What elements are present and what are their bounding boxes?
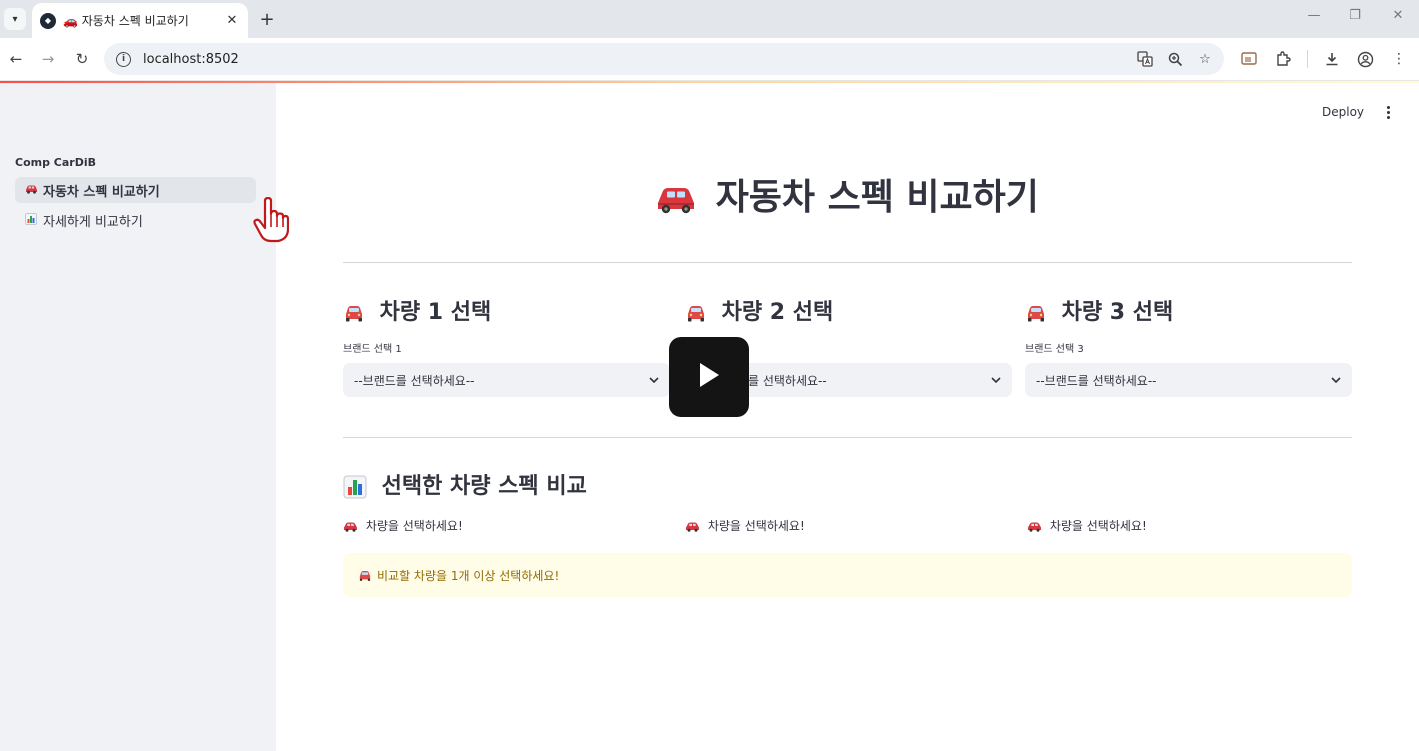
browser-menu-kebab-icon[interactable]: ⋮ xyxy=(1388,48,1410,70)
divider-top xyxy=(343,262,1352,263)
profile-avatar-icon[interactable] xyxy=(1354,48,1376,70)
divider-middle xyxy=(343,437,1352,438)
column-title-text: 차량 1 선택 xyxy=(379,300,492,325)
main-menu-kebab-icon[interactable] xyxy=(1380,102,1396,122)
play-icon xyxy=(698,362,720,392)
bookmark-star-icon[interactable]: ☆ xyxy=(1194,48,1216,70)
column-title: 차량 1 선택 xyxy=(343,296,670,330)
prompt-text: 차량을 선택하세요! xyxy=(707,519,805,533)
sidebar-item-label: 자세하게 비교하기 xyxy=(43,214,143,230)
browser-tab-active[interactable]: ◆ 🚗 자동차 스펙 비교하기 ✕ xyxy=(32,3,248,38)
warning-text: 비교할 차량을 1개 이상 선택하세요! xyxy=(377,568,560,583)
close-tab-icon[interactable]: ✕ xyxy=(224,13,240,28)
deploy-button[interactable]: Deploy xyxy=(1322,102,1364,122)
brand-select-label: 브랜드 선택 3 xyxy=(1025,344,1084,355)
prompt-text: 차량을 선택하세요! xyxy=(1049,519,1147,533)
translate-icon[interactable] xyxy=(1134,48,1156,70)
select-value: --브랜드를 선택하세요-- xyxy=(1036,373,1157,388)
hand-pointer-cursor-icon xyxy=(253,196,290,243)
car-front-icon xyxy=(343,296,365,330)
vehicle-prompt-3: 차량을 선택하세요! xyxy=(1027,517,1147,535)
vehicle-select-column-1: 차량 1 선택 브랜드 선택 1 --브랜드를 선택하세요-- xyxy=(343,296,670,397)
video-play-button[interactable] xyxy=(669,337,749,417)
column-title-text: 차량 3 선택 xyxy=(1061,300,1174,325)
car-front-icon xyxy=(1025,296,1047,330)
sidebar-item-label: 자동차 스펙 비교하기 xyxy=(43,184,160,200)
page-title: 자동차 스펙 비교하기 xyxy=(343,174,1352,222)
restore-window-icon[interactable]: ❐ xyxy=(1343,8,1367,30)
streamlit-favicon-icon: ◆ xyxy=(40,12,56,29)
brand-select-3[interactable]: --브랜드를 선택하세요-- xyxy=(1025,363,1352,397)
car-front-icon xyxy=(685,296,707,330)
browser-tab-strip: ▾ ◆ 🚗 자동차 스펙 비교하기 ✕ + — ❐ ✕ xyxy=(0,0,1419,38)
compare-section-title-text: 선택한 차량 스펙 비교 xyxy=(381,474,587,499)
downloads-icon[interactable] xyxy=(1321,48,1343,70)
car-icon xyxy=(1027,517,1042,535)
page-title-text: 자동차 스펙 비교하기 xyxy=(715,177,1039,218)
bar-chart-icon xyxy=(24,212,38,228)
vehicle-prompt-1: 차량을 선택하세요! xyxy=(343,517,463,535)
sidebar-item-detail-compare[interactable]: 자세하게 비교하기 xyxy=(15,207,256,233)
vehicle-select-column-3: 차량 3 선택 브랜드 선택 3 --브랜드를 선택하세요-- xyxy=(1025,296,1352,397)
car-front-icon xyxy=(358,568,372,582)
car-icon xyxy=(685,517,700,535)
chevron-down-icon xyxy=(1330,374,1342,386)
car-icon xyxy=(656,174,696,222)
select-value: --브랜드를 선택하세요-- xyxy=(354,373,475,388)
new-tab-plus-icon[interactable]: + xyxy=(256,8,278,30)
extensions-puzzle-icon[interactable] xyxy=(1272,48,1294,70)
column-title: 차량 3 선택 xyxy=(1025,296,1352,330)
forward-arrow-icon[interactable]: → xyxy=(37,48,59,70)
close-window-icon[interactable]: ✕ xyxy=(1386,8,1410,30)
sidebar: Comp CarDiB 자동차 스펙 비교하기 자세하게 비교하기 xyxy=(0,83,290,751)
chevron-down-icon xyxy=(648,374,660,386)
sidebar-app-name: Comp CarDiB xyxy=(15,156,97,169)
cast-icon[interactable] xyxy=(1238,48,1260,70)
vehicle-prompt-2: 차량을 선택하세요! xyxy=(685,517,805,535)
browser-toolbar: ← → ↻ i localhost:8502 ☆ ⋮ xyxy=(0,38,1419,81)
toolbar-separator xyxy=(1307,50,1308,68)
prompt-text: 차량을 선택하세요! xyxy=(365,519,463,533)
zoom-icon[interactable] xyxy=(1164,48,1186,70)
reload-icon[interactable]: ↻ xyxy=(71,48,93,70)
compare-section-title: 선택한 차량 스펙 비교 xyxy=(343,470,587,504)
minimize-window-icon[interactable]: — xyxy=(1302,8,1326,30)
brand-select-label: 브랜드 선택 1 xyxy=(343,344,402,355)
tab-list-dropdown-icon[interactable]: ▾ xyxy=(4,8,26,30)
car-icon xyxy=(24,183,38,197)
chevron-down-icon xyxy=(990,374,1002,386)
back-arrow-icon[interactable]: ← xyxy=(5,48,27,70)
sidebar-item-spec-compare[interactable]: 자동차 스펙 비교하기 xyxy=(15,177,256,203)
address-bar[interactable]: i localhost:8502 ☆ xyxy=(104,43,1224,75)
column-title: 차량 2 선택 xyxy=(685,296,1012,330)
car-icon xyxy=(343,517,358,535)
warning-alert: 비교할 차량을 1개 이상 선택하세요! xyxy=(343,553,1352,597)
tab-title: 🚗 자동차 스펙 비교하기 xyxy=(63,14,189,28)
column-title-text: 차량 2 선택 xyxy=(721,300,834,325)
bar-chart-icon xyxy=(343,470,367,504)
address-url[interactable]: localhost:8502 xyxy=(143,52,1134,67)
brand-select-1[interactable]: --브랜드를 선택하세요-- xyxy=(343,363,670,397)
site-info-icon[interactable]: i xyxy=(116,51,131,67)
